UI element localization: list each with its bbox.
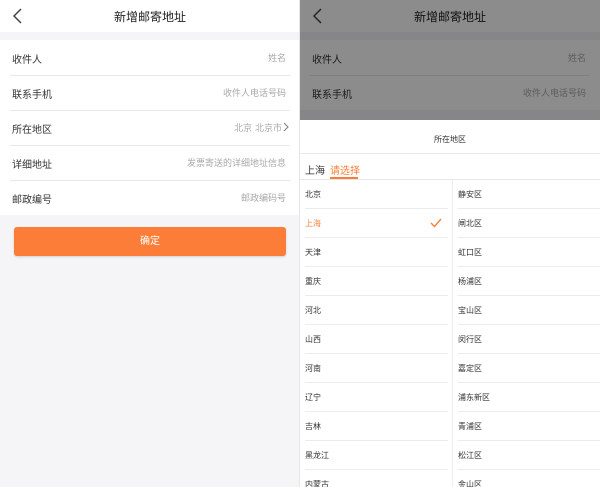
district-label: 嘉定区 (458, 364, 482, 373)
province-item[interactable]: 重庆 (300, 267, 448, 296)
add-address-screen: 新增邮寄地址 收件人 姓名 联系手机 收件人电话号码 所在地区 北京 北京市 详… (0, 0, 300, 487)
district-label: 松江区 (458, 451, 482, 460)
province-label: 辽宁 (305, 393, 321, 402)
postal-code-label: 邮政编号 (12, 195, 52, 206)
district-item[interactable]: 浦东新区 (453, 383, 600, 412)
district-label: 静安区 (458, 190, 482, 199)
province-list: 北京 上海 天津 重庆 河北 山西 河南 辽宁 吉林 黑龙江 内蒙古 (300, 180, 448, 487)
nav-bar: 新增邮寄地址 (0, 0, 300, 32)
province-item[interactable]: 天津 (300, 238, 448, 267)
region-label: 所在地区 (12, 125, 52, 136)
screenshot-stage: 新增邮寄地址 收件人 姓名 联系手机 收件人电话号码 所在地区 北京 北京市 详… (0, 0, 600, 487)
chevron-right-icon[interactable] (282, 122, 290, 132)
province-label: 北京 (305, 190, 321, 199)
region-value[interactable]: 北京 北京市 (234, 121, 282, 134)
postal-code-input[interactable]: 邮政编码号 (241, 191, 286, 204)
district-label: 闵行区 (458, 335, 482, 344)
picker-breadcrumb: 上海 请选择 (300, 153, 600, 179)
province-label: 吉林 (305, 422, 321, 431)
province-label: 上海 (305, 219, 321, 228)
district-item[interactable]: 嘉定区 (453, 354, 600, 383)
province-label: 河南 (305, 364, 321, 373)
detail-address-input[interactable]: 发票寄送的详细地址信息 (187, 156, 286, 169)
district-item[interactable]: 宝山区 (453, 296, 600, 325)
province-label: 黑龙江 (305, 451, 329, 460)
detail-address-label: 详细地址 (12, 160, 52, 171)
phone-row[interactable]: 联系手机 收件人电话号码 (0, 75, 300, 110)
district-item[interactable]: 静安区 (453, 180, 600, 209)
district-item[interactable]: 金山区 (453, 470, 600, 487)
province-item-selected[interactable]: 上海 (300, 209, 448, 238)
region-picker-screen: 新增邮寄地址 收件人 姓名 联系手机 收件人电话号码 所在地区 上海 请选择 北… (300, 0, 600, 487)
province-item[interactable]: 吉林 (300, 412, 448, 441)
recipient-input[interactable]: 姓名 (268, 51, 286, 64)
district-label: 青浦区 (458, 422, 482, 431)
province-label: 内蒙古 (305, 480, 329, 487)
province-item[interactable]: 北京 (300, 180, 448, 209)
province-label: 河北 (305, 306, 321, 315)
modal-backdrop[interactable] (300, 0, 600, 120)
province-item[interactable]: 河南 (300, 354, 448, 383)
district-label: 浦东新区 (458, 393, 490, 402)
province-item[interactable]: 河北 (300, 296, 448, 325)
province-label: 山西 (305, 335, 321, 344)
province-item[interactable]: 山西 (300, 325, 448, 354)
province-item[interactable]: 内蒙古 (300, 470, 448, 487)
crumb-province[interactable]: 上海 (305, 162, 325, 177)
district-item[interactable]: 松江区 (453, 441, 600, 470)
district-label: 宝山区 (458, 306, 482, 315)
district-item[interactable]: 闸北区 (453, 209, 600, 238)
district-item[interactable]: 闵行区 (453, 325, 600, 354)
region-row[interactable]: 所在地区 北京 北京市 (0, 110, 300, 145)
region-picker-sheet: 所在地区 上海 请选择 北京 上海 天津 重庆 河北 山西 河南 辽宁 吉林 黑… (300, 120, 600, 487)
postal-code-row[interactable]: 邮政编号 邮政编码号 (0, 180, 300, 215)
recipient-label: 收件人 (12, 55, 42, 66)
picker-title: 所在地区 (434, 135, 466, 144)
crumb-select[interactable]: 请选择 (330, 162, 360, 177)
detail-address-row[interactable]: 详细地址 发票寄送的详细地址信息 (0, 145, 300, 180)
district-item[interactable]: 青浦区 (453, 412, 600, 441)
confirm-button[interactable]: 确定 (14, 227, 286, 256)
province-item[interactable]: 辽宁 (300, 383, 448, 412)
district-list: 静安区 闸北区 虹口区 杨浦区 宝山区 闵行区 嘉定区 浦东新区 青浦区 松江区… (452, 180, 600, 487)
recipient-row[interactable]: 收件人 姓名 (0, 40, 300, 75)
district-label: 闸北区 (458, 219, 482, 228)
phone-input[interactable]: 收件人电话号码 (223, 86, 286, 99)
page-title: 新增邮寄地址 (113, 10, 186, 24)
district-label: 虹口区 (458, 248, 482, 257)
district-item[interactable]: 杨浦区 (453, 267, 600, 296)
province-item[interactable]: 黑龙江 (300, 441, 448, 470)
address-form: 收件人 姓名 联系手机 收件人电话号码 所在地区 北京 北京市 详细地址 发票寄… (0, 40, 300, 215)
district-label: 金山区 (458, 480, 482, 487)
district-item[interactable]: 虹口区 (453, 238, 600, 267)
province-label: 重庆 (305, 277, 321, 286)
checkmark-icon (430, 218, 442, 228)
district-label: 杨浦区 (458, 277, 482, 286)
phone-label: 联系手机 (12, 90, 52, 101)
province-label: 天津 (305, 248, 321, 257)
